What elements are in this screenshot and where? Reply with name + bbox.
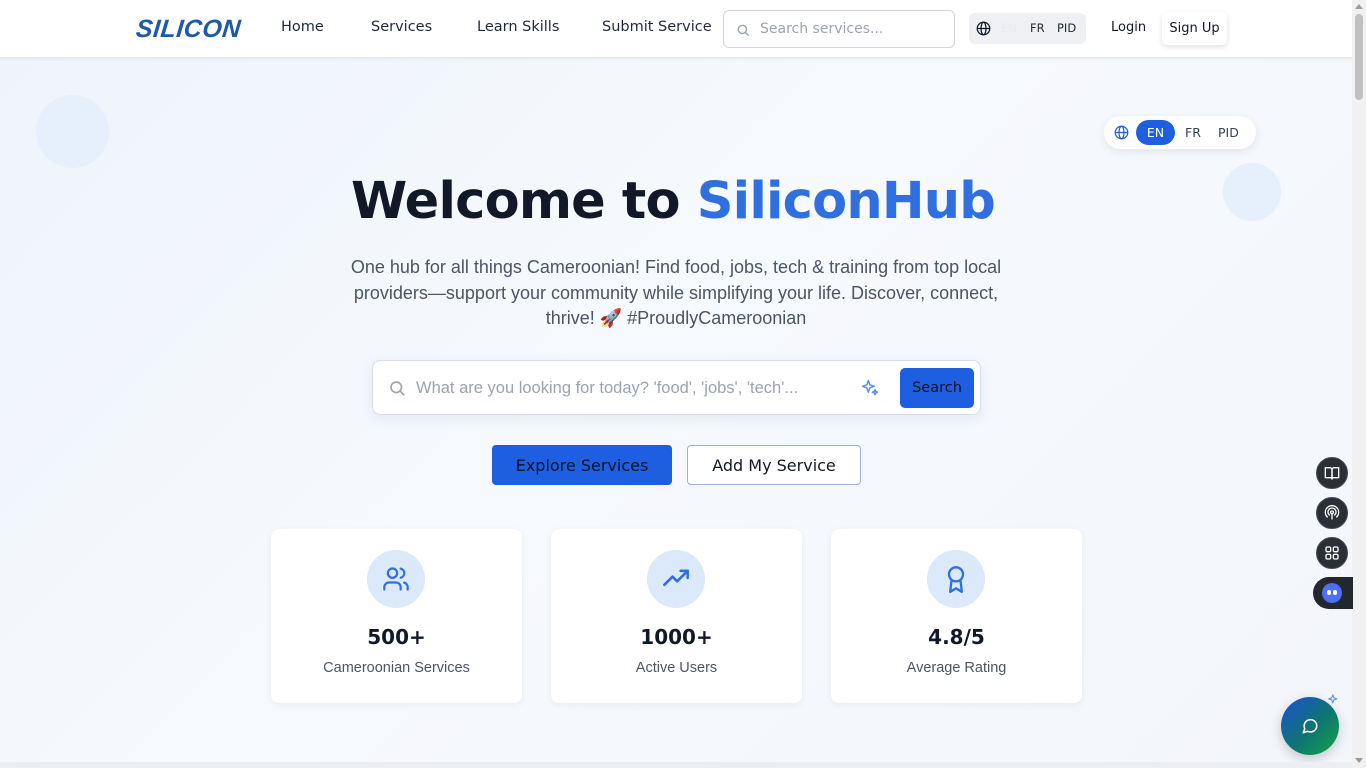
book-icon[interactable]	[1316, 457, 1348, 489]
search-icon	[736, 22, 750, 41]
scroll-up-arrow-icon[interactable]	[1355, 4, 1363, 9]
globe-icon	[1114, 125, 1129, 144]
bot-eye	[1333, 590, 1337, 595]
login-link[interactable]: Login	[1111, 20, 1146, 35]
add-my-service-button[interactable]: Add My Service	[687, 445, 861, 485]
silicon-logo[interactable]: SILICON	[134, 15, 243, 44]
page-scrollbar[interactable]	[1352, 0, 1366, 768]
stat-card-users: 1000+ Active Users	[551, 529, 802, 703]
signup-button[interactable]: Sign Up	[1162, 12, 1227, 45]
header-search-box	[723, 10, 955, 48]
apps-icon[interactable]	[1316, 537, 1348, 569]
header-language-switcher: EN FR PID	[969, 13, 1086, 44]
bot-eye	[1327, 590, 1331, 595]
hero-title: Welcome to SiliconHub	[0, 172, 1346, 231]
stat-card-services: 500+ Cameroonian Services	[271, 529, 522, 703]
lang-option-en[interactable]: EN	[1136, 120, 1175, 145]
stat-label: Active Users	[635, 660, 718, 676]
lang-option-pid[interactable]: PID	[1218, 125, 1239, 140]
lang-option-fr[interactable]: FR	[1185, 125, 1201, 140]
trending-up-icon	[647, 550, 705, 608]
scrollbar-thumb[interactable]	[1355, 14, 1363, 100]
header-lang-en[interactable]: EN	[1001, 21, 1017, 35]
broadcast-icon[interactable]	[1316, 497, 1348, 529]
hero-search-button[interactable]: Search	[900, 368, 974, 408]
hero-subtitle: One hub for all things Cameroonian! Find…	[350, 257, 1002, 328]
stat-value: 1000+	[640, 625, 713, 649]
header-search-input[interactable]	[760, 19, 945, 39]
hero-title-brand: SiliconHub	[696, 172, 996, 231]
hero-title-prefix: Welcome to	[351, 172, 680, 231]
chat-button[interactable]	[1281, 697, 1339, 755]
users-icon	[367, 550, 425, 608]
stat-card-rating: 4.8/5 Average Rating	[831, 529, 1082, 703]
header-lang-fr[interactable]: FR	[1030, 21, 1045, 35]
scroll-down-arrow-icon[interactable]	[1355, 758, 1363, 763]
hero-search-input[interactable]	[416, 377, 846, 399]
nav-home[interactable]: Home	[281, 19, 324, 35]
search-icon	[388, 379, 406, 401]
nav-services[interactable]: Services	[371, 19, 432, 35]
ai-sparkle-icon[interactable]	[860, 378, 880, 402]
nav-submit-service[interactable]: Submit Service	[602, 19, 712, 35]
header-lang-pid[interactable]: PID	[1057, 21, 1076, 35]
next-section-edge	[0, 762, 1352, 768]
stat-value: 500+	[367, 625, 426, 649]
assistant-bot-icon[interactable]	[1313, 577, 1353, 609]
globe-icon	[976, 21, 991, 40]
award-icon	[927, 550, 985, 608]
stat-label: Average Rating	[906, 660, 1007, 676]
nav-learn-skills[interactable]: Learn Skills	[477, 19, 559, 35]
stat-label: Cameroonian Services	[323, 660, 470, 676]
top-navbar: SILICON Home Services Learn Skills Submi…	[0, 0, 1352, 58]
language-switcher: EN FR PID	[1104, 116, 1256, 149]
bot-face	[1322, 583, 1342, 603]
hero-search-box: Search	[372, 360, 981, 415]
decorative-circle	[36, 95, 109, 168]
stat-value: 4.8/5	[928, 625, 985, 649]
chat-icon	[1302, 718, 1318, 734]
explore-services-button[interactable]: Explore Services	[492, 445, 672, 485]
